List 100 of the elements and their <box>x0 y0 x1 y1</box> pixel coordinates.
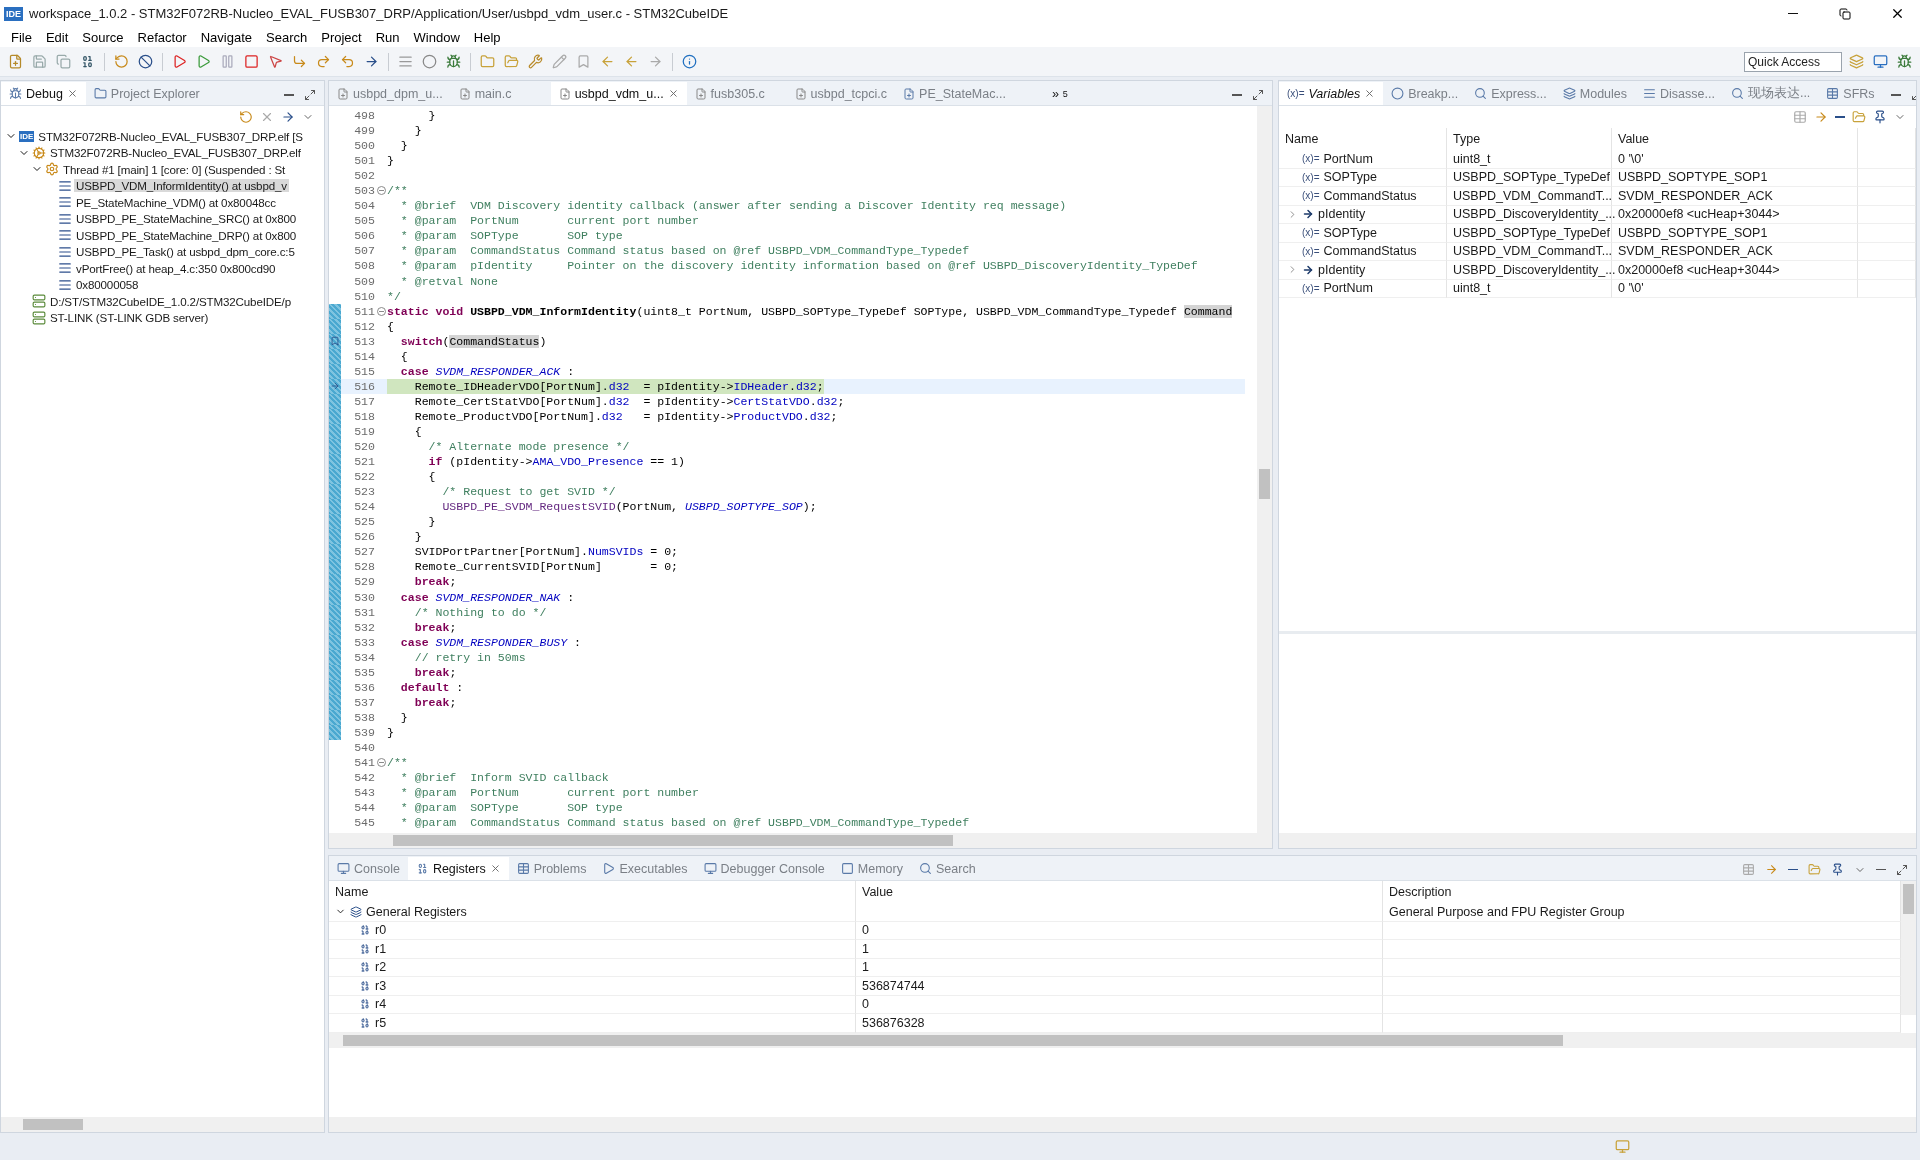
show-type-icon[interactable] <box>1765 863 1778 876</box>
layout-icon[interactable] <box>1793 110 1807 124</box>
menu-item[interactable]: Refactor <box>130 29 194 45</box>
panel-tab[interactable]: Express... <box>1466 82 1555 105</box>
panel-tab[interactable]: SFRs <box>1818 82 1883 105</box>
tree-item[interactable]: 0x80000058 <box>74 278 141 292</box>
debug-icon[interactable] <box>444 52 463 71</box>
menu-item[interactable]: Run <box>368 29 407 45</box>
cpp-perspective-icon[interactable] <box>1871 52 1890 71</box>
panel-tab[interactable]: Disasse... <box>1635 82 1723 105</box>
panel-tab[interactable]: Memory <box>832 857 911 880</box>
panel-tab[interactable]: Breakp... <box>1383 82 1467 105</box>
instruction-step-icon[interactable] <box>281 110 295 124</box>
show-type-icon[interactable] <box>1814 110 1828 124</box>
tree-item[interactable]: STM32F072RB-Nucleo_EVAL_FUSB307_DRP.elf [S <box>36 129 305 143</box>
tree-item[interactable]: USBPD_PE_Task() at usbpd_dpm_core.c:5 <box>74 245 297 259</box>
panel-tab[interactable]: Project Explorer <box>85 82 208 105</box>
code-line: } <box>387 724 394 740</box>
maximize-icon[interactable] <box>1252 89 1264 101</box>
pin-icon[interactable] <box>1873 110 1887 124</box>
collapse-all-icon[interactable] <box>1788 868 1798 871</box>
menu-item[interactable]: Navigate <box>193 29 259 45</box>
editor-tab[interactable]: main.c <box>450 82 551 105</box>
server-icon <box>32 310 46 325</box>
register-name: r0 <box>375 923 387 938</box>
save-icon[interactable] <box>30 52 49 71</box>
layout-icon[interactable] <box>1742 863 1755 876</box>
register-icon <box>359 961 371 974</box>
tree-item[interactable]: vPortFree() at heap_4.c:350 0x800cd90 <box>74 261 278 275</box>
menu-item[interactable]: Help <box>466 29 508 45</box>
editor-tab[interactable]: usbpd_tcpci.c <box>786 82 896 105</box>
stack-frame-icon <box>58 261 72 276</box>
panel-tab[interactable]: Modules <box>1554 82 1635 105</box>
menu-item[interactable]: Source <box>75 29 131 45</box>
skip-breakpoints-icon[interactable] <box>136 52 155 71</box>
menu-item[interactable]: File <box>4 29 39 45</box>
panel-tab[interactable]: (x)= Variables <box>1279 82 1384 105</box>
panel-tab[interactable]: Problems <box>508 857 595 880</box>
close-icon[interactable] <box>667 88 679 99</box>
tree-item[interactable]: ST-LINK (ST-LINK GDB server) <box>48 311 211 325</box>
editor-tab[interactable]: usbpd_dpm_u... <box>329 82 451 105</box>
column-header[interactable]: Type <box>1447 128 1612 150</box>
vertical-scrollbar[interactable] <box>1901 881 1916 1015</box>
close-icon[interactable] <box>1364 88 1376 99</box>
debug-perspective-icon[interactable] <box>1895 52 1914 71</box>
new-group-icon[interactable] <box>1808 863 1821 876</box>
edit-icon[interactable] <box>550 52 569 71</box>
remove-terminated-icon[interactable] <box>260 110 274 124</box>
horizontal-scrollbar[interactable] <box>329 1117 1916 1132</box>
new-expression-icon[interactable] <box>1852 110 1866 124</box>
tree-item[interactable]: Thread #1 [main] 1 [core: 0] (Suspended : St <box>61 162 288 176</box>
minimize-icon[interactable] <box>1890 94 1901 96</box>
type-cell: USBPD_VDM_CommandT... <box>1447 242 1612 261</box>
panel-tab[interactable]: 现场表达... <box>1722 82 1819 105</box>
vertical-scrollbar[interactable] <box>1257 106 1272 833</box>
horizontal-scrollbar[interactable] <box>329 833 1272 848</box>
editor-tab[interactable]: fusb305.c <box>686 82 787 105</box>
restart-icon[interactable] <box>239 110 253 124</box>
editor-tab[interactable]: usbpd_vdm_u... <box>550 82 687 105</box>
build-icon[interactable] <box>526 52 545 71</box>
tree-item[interactable]: PE_StateMachine_VDM() at 0x80048cc <box>74 195 278 209</box>
column-header[interactable]: Value <box>856 881 1383 903</box>
tab-icon <box>1826 87 1840 100</box>
terminate-icon[interactable] <box>242 52 261 71</box>
tree-item[interactable]: USBPD_PE_StateMachine_DRP() at 0x800 <box>74 228 299 242</box>
menu-item[interactable]: Edit <box>38 29 76 45</box>
info-icon[interactable] <box>680 52 699 71</box>
pointer-icon <box>1302 208 1314 221</box>
panel-tab[interactable]: Console <box>329 857 408 880</box>
restart-icon[interactable] <box>112 52 131 71</box>
menu-item[interactable]: Window <box>406 29 467 45</box>
horizontal-scrollbar[interactable] <box>1 1117 324 1132</box>
perspective-icon[interactable] <box>1847 52 1866 71</box>
value-cell: SVDM_RESPONDER_ACK <box>1612 242 1858 261</box>
pin-icon[interactable] <box>1831 863 1844 876</box>
close-icon[interactable] <box>489 863 501 874</box>
status-icon[interactable] <box>1615 1139 1630 1154</box>
quick-access-field[interactable]: Quick Access <box>1744 51 1842 72</box>
panel-tab[interactable]: Search <box>911 857 984 880</box>
tree-item[interactable]: USBPD_VDM_InformIdentity() at usbpd_v <box>74 179 289 193</box>
column-header[interactable]: Value <box>1612 128 1858 150</box>
value-cell: SVDM_RESPONDER_ACK <box>1612 187 1858 206</box>
panel-tab[interactable]: Executables <box>594 857 696 880</box>
menu-item[interactable]: Search <box>259 29 315 45</box>
save-all-icon[interactable] <box>54 52 73 71</box>
minimize-icon[interactable] <box>1876 868 1886 871</box>
panel-tab[interactable]: Debugger Console <box>695 857 833 880</box>
tree-item[interactable]: STM32F072RB-Nucleo_EVAL_FUSB307_DRP.elf <box>48 146 303 160</box>
close-icon[interactable] <box>66 88 78 99</box>
menu-item[interactable]: Project <box>314 29 369 45</box>
horizontal-scrollbar[interactable] <box>1279 833 1916 848</box>
column-header[interactable]: Name <box>1279 128 1447 150</box>
maximize-icon[interactable] <box>1896 863 1908 876</box>
editor-tab[interactable]: PE_StateMac... <box>895 82 1014 105</box>
panel-tab[interactable]: Debug <box>1 82 86 105</box>
tree-item[interactable]: USBPD_PE_StateMachine_SRC() at 0x800 <box>74 212 299 226</box>
tree-item[interactable]: D:/ST/STM32CubeIDE_1.0.2/STM32CubeIDE/p <box>48 294 293 308</box>
maximize-icon[interactable] <box>304 89 316 101</box>
column-header[interactable]: Name <box>329 881 856 903</box>
panel-tab[interactable]: Registers <box>407 857 509 880</box>
